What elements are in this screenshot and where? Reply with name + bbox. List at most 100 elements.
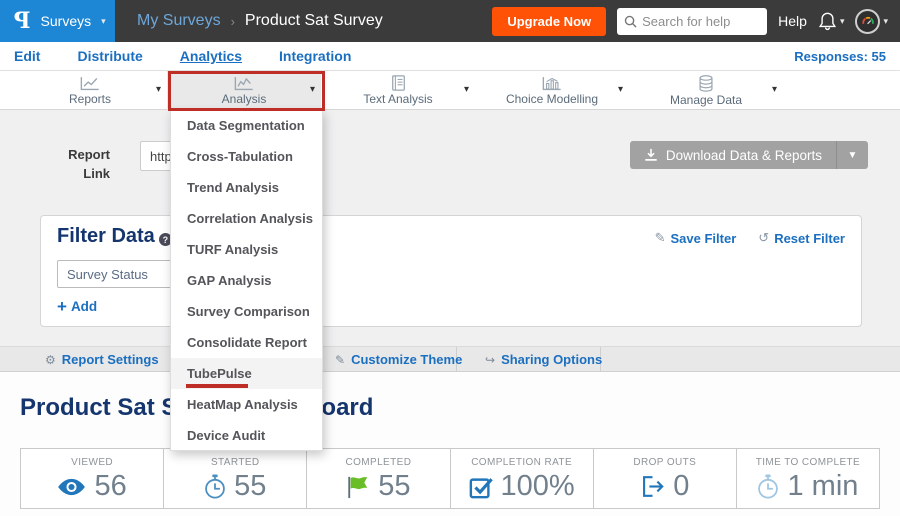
stats-row: VIEWED 56 STARTED 55 COMPLETED 55 bbox=[20, 448, 880, 509]
gears-icon: ⚙ bbox=[45, 353, 56, 367]
chevron-down-icon: ▾ bbox=[310, 84, 315, 95]
topbar-actions: Upgrade Now Help ▾ ▾ bbox=[492, 7, 900, 36]
toolbar-label: Manage Data bbox=[670, 93, 742, 107]
download-data-reports-button[interactable]: Download Data & Reports ▼ bbox=[630, 141, 868, 169]
nav-analytics[interactable]: Analytics bbox=[180, 48, 242, 64]
stat-label: DROP OUTS bbox=[633, 457, 696, 468]
chevron-down-icon: ▾ bbox=[840, 16, 845, 27]
save-filter-label: Save Filter bbox=[671, 231, 737, 246]
avatar bbox=[855, 9, 880, 34]
download-options-caret[interactable]: ▼ bbox=[836, 141, 868, 169]
menu-item-gap-analysis[interactable]: GAP Analysis bbox=[171, 265, 322, 296]
nav-distribute[interactable]: Distribute bbox=[77, 48, 142, 64]
download-button-main: Download Data & Reports bbox=[630, 141, 836, 169]
add-filter-label: Add bbox=[71, 299, 97, 314]
exit-icon bbox=[640, 475, 665, 498]
add-filter-button[interactable]: + Add bbox=[57, 298, 97, 315]
chevron-down-icon: ▾ bbox=[464, 84, 469, 95]
search-icon bbox=[624, 15, 637, 28]
breadcrumb: My Surveys › Product Sat Survey bbox=[137, 12, 383, 30]
notifications-menu[interactable]: ▾ bbox=[818, 11, 845, 31]
chevron-down-icon: ▾ bbox=[101, 16, 106, 27]
help-link[interactable]: Help bbox=[778, 13, 807, 29]
stat-value: 0 bbox=[673, 470, 689, 503]
stat-label: COMPLETED bbox=[346, 457, 412, 468]
combo-chart-icon bbox=[542, 76, 562, 91]
breadcrumb-my-surveys[interactable]: My Surveys bbox=[137, 12, 221, 30]
brand-logo-icon: P bbox=[14, 8, 31, 34]
menu-item-consolidate-report[interactable]: Consolidate Report bbox=[171, 327, 322, 358]
chevron-down-icon: ▾ bbox=[156, 84, 161, 95]
bell-icon bbox=[818, 11, 837, 31]
stat-label: COMPLETION RATE bbox=[471, 457, 572, 468]
menu-item-heatmap-analysis[interactable]: HeatMap Analysis bbox=[171, 389, 322, 420]
checkbox-icon bbox=[469, 475, 493, 499]
reset-filter-label: Reset Filter bbox=[774, 231, 845, 246]
help-search[interactable] bbox=[617, 8, 767, 35]
stat-time-to-complete: TIME TO COMPLETE 1 min bbox=[737, 449, 879, 508]
stat-value: 55 bbox=[234, 470, 266, 503]
save-filter-button[interactable]: ✎ Save Filter bbox=[655, 230, 737, 246]
stat-value: 55 bbox=[378, 470, 410, 503]
toolbar-label: Analysis bbox=[222, 92, 267, 106]
toolbar-label: Reports bbox=[69, 92, 111, 106]
analytics-toolbar: Reports ▾ Analysis ▾ Text Analysis ▾ Cho… bbox=[0, 71, 900, 110]
reset-filter-button[interactable]: ↺ Reset Filter bbox=[758, 230, 845, 246]
breadcrumb-current-survey: Product Sat Survey bbox=[245, 12, 383, 30]
upgrade-now-button[interactable]: Upgrade Now bbox=[492, 7, 606, 36]
line-chart-icon bbox=[234, 76, 254, 91]
flag-icon bbox=[346, 475, 370, 499]
stat-viewed: VIEWED 56 bbox=[21, 449, 164, 508]
pencil-icon: ✎ bbox=[655, 230, 666, 246]
toolbar-analysis[interactable]: Analysis ▾ bbox=[167, 71, 321, 110]
tab-customize-theme[interactable]: ✎ Customize Theme bbox=[335, 347, 462, 372]
chevron-down-icon: ▾ bbox=[618, 84, 623, 95]
book-icon bbox=[391, 75, 406, 91]
menu-item-survey-comparison[interactable]: Survey Comparison bbox=[171, 296, 322, 327]
menu-item-cross-tabulation[interactable]: Cross-Tabulation bbox=[171, 141, 322, 172]
analysis-dropdown-menu: Data Segmentation Cross-Tabulation Trend… bbox=[170, 110, 323, 451]
report-link-label: Report Link bbox=[48, 146, 110, 184]
stat-label: STARTED bbox=[211, 457, 260, 468]
download-icon bbox=[644, 148, 658, 162]
tab-label: Sharing Options bbox=[501, 352, 602, 367]
breadcrumb-separator-icon: › bbox=[231, 14, 235, 29]
gauge-icon bbox=[860, 13, 876, 29]
toolbar-choice-modelling[interactable]: Choice Modelling ▾ bbox=[475, 71, 629, 110]
nav-edit[interactable]: Edit bbox=[14, 48, 40, 64]
undo-icon: ↺ bbox=[758, 230, 769, 246]
help-search-input[interactable] bbox=[642, 14, 757, 29]
account-menu[interactable]: ▾ bbox=[855, 9, 888, 34]
dashboard-section: Product Sat Survey Dashboard VIEWED 56 S… bbox=[0, 372, 900, 516]
menu-item-correlation-analysis[interactable]: Correlation Analysis bbox=[171, 203, 322, 234]
timer-icon bbox=[757, 474, 779, 499]
menu-item-turf-analysis[interactable]: TURF Analysis bbox=[171, 234, 322, 265]
stopwatch-icon bbox=[204, 474, 226, 499]
toolbar-text-analysis[interactable]: Text Analysis ▾ bbox=[321, 71, 475, 110]
toolbar-reports[interactable]: Reports ▾ bbox=[13, 71, 167, 110]
chevron-down-icon: ▾ bbox=[883, 16, 888, 27]
report-tab-bar: ⚙ Report Settings ✎ Customize Theme ↪ Sh… bbox=[0, 346, 900, 372]
database-icon bbox=[698, 75, 714, 92]
plus-icon: + bbox=[57, 298, 67, 315]
menu-item-tubepulse[interactable]: TubePulse bbox=[171, 358, 322, 389]
stat-started: STARTED 55 bbox=[164, 449, 307, 508]
responses-count[interactable]: Responses: 55 bbox=[794, 49, 886, 64]
stat-value: 56 bbox=[94, 470, 126, 503]
menu-item-data-segmentation[interactable]: Data Segmentation bbox=[171, 110, 322, 141]
tab-label: Report Settings bbox=[62, 352, 159, 367]
filter-actions: ✎ Save Filter ↺ Reset Filter bbox=[655, 230, 845, 246]
workspace-label: Surveys bbox=[41, 13, 92, 29]
toolbar-manage-data[interactable]: Manage Data ▾ bbox=[629, 71, 783, 110]
menu-item-device-audit[interactable]: Device Audit bbox=[171, 420, 322, 451]
annotation-red-underline bbox=[186, 384, 248, 388]
menu-item-trend-analysis[interactable]: Trend Analysis bbox=[171, 172, 322, 203]
download-button-label: Download Data & Reports bbox=[666, 148, 822, 163]
toolbar-label: Text Analysis bbox=[363, 92, 432, 106]
share-arrow-icon: ↪ bbox=[485, 353, 495, 367]
tab-sharing-options[interactable]: ↪ Sharing Options bbox=[485, 347, 602, 372]
survey-nav: Edit Distribute Analytics Integration Re… bbox=[0, 42, 900, 71]
nav-integration[interactable]: Integration bbox=[279, 48, 351, 64]
workspace-switcher[interactable]: P Surveys ▾ bbox=[0, 0, 115, 42]
tab-report-settings[interactable]: ⚙ Report Settings bbox=[45, 347, 159, 372]
